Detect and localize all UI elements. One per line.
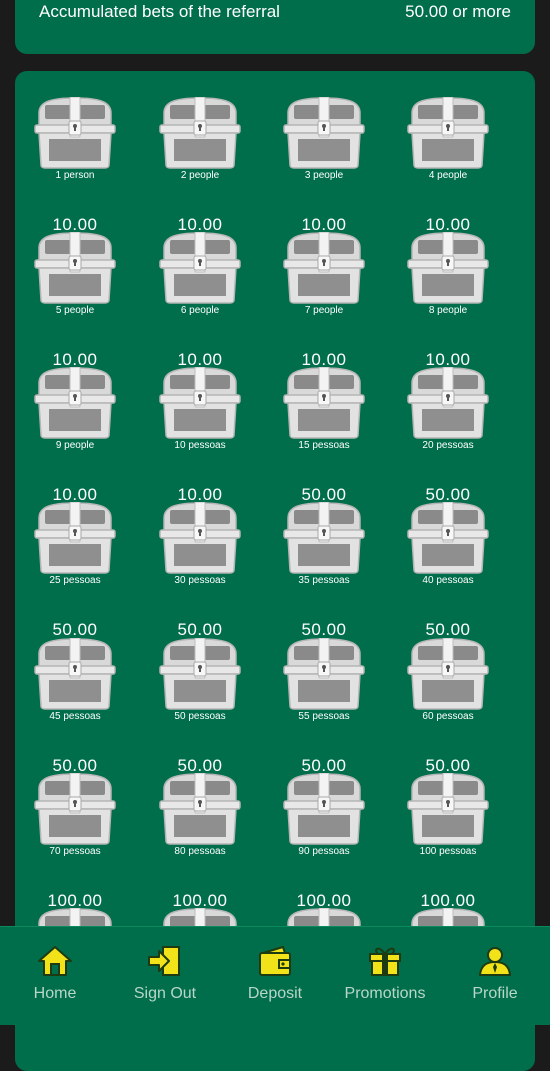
- chest-tier[interactable]: 10 pessoas 10.00: [155, 367, 245, 507]
- chest-people-label: 70 pessoas: [49, 846, 101, 857]
- chest-people-label: 20 pessoas: [422, 440, 474, 451]
- chest-people-label: 100 pessoas: [419, 846, 477, 857]
- chest-people-label: 7 people: [304, 305, 344, 316]
- chest-tier[interactable]: 35 pessoas 50.00: [279, 502, 369, 642]
- chest-tier[interactable]: 20 pessoas 50.00: [403, 367, 493, 507]
- treasure-chest-icon: [407, 773, 489, 845]
- chest-people-label: 6 people: [180, 305, 220, 316]
- chest-people-label: 2 people: [180, 170, 220, 181]
- chest-tier[interactable]: 1 person 10.00: [30, 97, 120, 237]
- chest-people-label: 1 person: [55, 170, 95, 181]
- treasure-chest-icon: [34, 638, 116, 710]
- chest-tier[interactable]: 3 people 10.00: [279, 97, 369, 237]
- treasure-chest-icon: [283, 773, 365, 845]
- chest-reward-amount: 50.00: [425, 620, 471, 639]
- chest-people-label: 35 pessoas: [298, 575, 350, 586]
- treasure-chest-grid: 1 person 10.00 2 people 10.00 3 people 10.00 4…: [15, 71, 535, 1071]
- chest-people-label: 4 people: [428, 170, 468, 181]
- chest-people-label: 15 pessoas: [298, 440, 350, 451]
- chest-reward-amount: 50.00: [177, 620, 223, 639]
- chest-people-label: 80 pessoas: [174, 846, 226, 857]
- chest-tier[interactable]: 30 pessoas 50.00: [155, 502, 245, 642]
- treasure-chest-icon: [407, 232, 489, 304]
- chest-tier[interactable]: 15 pessoas 50.00: [279, 367, 369, 507]
- chest-tier[interactable]: 5 people 10.00: [30, 232, 120, 372]
- referral-condition-value: 50.00 or more: [405, 2, 511, 21]
- treasure-chest-icon: [34, 773, 116, 845]
- nav-home-label: Home: [33, 985, 77, 1002]
- treasure-chest-icon: [283, 97, 365, 169]
- treasure-chest-icon: [34, 97, 116, 169]
- chest-tier[interactable]: 100 pessoas 100.00: [403, 773, 493, 913]
- chest-tier[interactable]: 6 people 10.00: [155, 232, 245, 372]
- bottom-nav: Home Sign Out Deposit Promotions Profile: [0, 926, 550, 1025]
- chest-tier[interactable]: 60 pessoas 50.00: [403, 638, 493, 778]
- chest-reward-amount: 50.00: [301, 620, 347, 639]
- nav-deposit-label: Deposit: [247, 985, 303, 1002]
- nav-promotions-label: Promotions: [344, 985, 426, 1002]
- treasure-chest-icon: [283, 232, 365, 304]
- chest-people-label: 5 people: [55, 305, 95, 316]
- treasure-chest-icon: [34, 502, 116, 574]
- wallet-icon: [259, 946, 291, 976]
- chest-people-label: 90 pessoas: [298, 846, 350, 857]
- nav-promotions[interactable]: Promotions: [330, 927, 440, 1025]
- chest-tier[interactable]: 9 people 10.00: [30, 367, 120, 507]
- treasure-chest-icon: [34, 232, 116, 304]
- chest-tier[interactable]: 8 people 10.00: [403, 232, 493, 372]
- chest-tier[interactable]: 70 pessoas 100.00: [30, 773, 120, 913]
- treasure-chest-icon: [159, 773, 241, 845]
- treasure-chest-icon: [407, 638, 489, 710]
- chest-people-label: 55 pessoas: [298, 711, 350, 722]
- nav-profile[interactable]: Profile: [440, 927, 550, 1025]
- chest-people-label: 25 pessoas: [49, 575, 101, 586]
- chest-tier[interactable]: 2 people 10.00: [155, 97, 245, 237]
- treasure-chest-icon: [283, 502, 365, 574]
- treasure-chest-icon: [159, 97, 241, 169]
- treasure-chest-icon: [407, 97, 489, 169]
- nav-sign-out-label: Sign Out: [133, 985, 197, 1002]
- chest-people-label: 30 pessoas: [174, 575, 226, 586]
- nav-deposit[interactable]: Deposit: [220, 927, 330, 1025]
- chest-tier[interactable]: 50 pessoas 50.00: [155, 638, 245, 778]
- chest-tier[interactable]: 25 pessoas 50.00: [30, 502, 120, 642]
- chest-people-label: 50 pessoas: [174, 711, 226, 722]
- treasure-chest-icon: [34, 367, 116, 439]
- treasure-chest-icon: [159, 232, 241, 304]
- referral-condition-card: Accumulated bets of the referral 50.00 o…: [15, 0, 535, 54]
- treasure-chest-icon: [407, 367, 489, 439]
- referral-condition-label: Accumulated bets of the referral: [39, 2, 280, 21]
- chest-tier[interactable]: 80 pessoas 100.00: [155, 773, 245, 913]
- chest-people-label: 45 pessoas: [49, 711, 101, 722]
- profile-icon: [479, 947, 511, 976]
- gift-icon: [369, 947, 401, 976]
- chest-people-label: 8 people: [428, 305, 468, 316]
- chest-tier[interactable]: 4 people 10.00: [403, 97, 493, 237]
- chest-tier[interactable]: 45 pessoas 50.00: [30, 638, 120, 778]
- sign-out-icon: [148, 946, 180, 976]
- chest-people-label: 10 pessoas: [174, 440, 226, 451]
- nav-home[interactable]: Home: [0, 927, 110, 1025]
- treasure-chest-icon: [283, 367, 365, 439]
- nav-profile-label: Profile: [472, 985, 518, 1002]
- chest-tier[interactable]: 55 pessoas 50.00: [279, 638, 369, 778]
- chest-tier[interactable]: 40 pessoas 50.00: [403, 502, 493, 642]
- chest-people-label: 3 people: [304, 170, 344, 181]
- home-icon: [38, 946, 72, 976]
- chest-tier[interactable]: 7 people 10.00: [279, 232, 369, 372]
- treasure-chest-icon: [407, 502, 489, 574]
- chest-people-label: 9 people: [55, 440, 95, 451]
- chest-tier[interactable]: 90 pessoas 100.00: [279, 773, 369, 913]
- chest-people-label: 60 pessoas: [422, 711, 474, 722]
- chest-reward-amount: 50.00: [52, 620, 98, 639]
- chest-people-label: 40 pessoas: [422, 575, 474, 586]
- treasure-chest-icon: [283, 638, 365, 710]
- treasure-chest-icon: [159, 502, 241, 574]
- treasure-chest-icon: [159, 367, 241, 439]
- nav-sign-out[interactable]: Sign Out: [110, 927, 220, 1025]
- treasure-chest-icon: [159, 638, 241, 710]
